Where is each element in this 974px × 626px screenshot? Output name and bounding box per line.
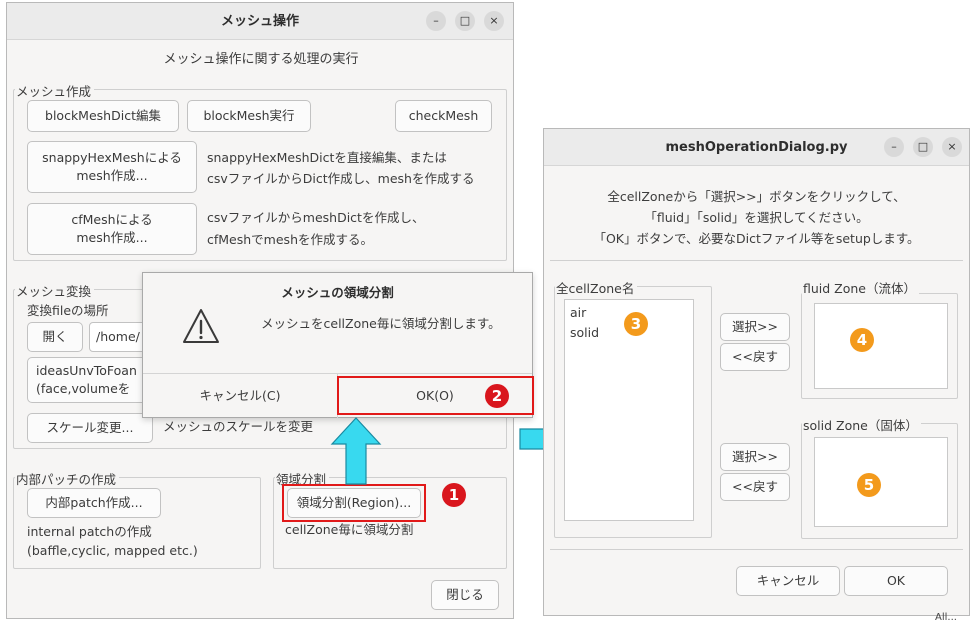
solid-zone-list[interactable] [814,437,948,527]
cfmesh-desc-line2: cfMeshでmeshを作成する。 [207,232,373,247]
cfmesh-button-line1: cfMeshによる [71,211,153,227]
ideas-button-line2: (face,volumeを [36,381,131,396]
minimize-icon[interactable]: – [426,11,446,31]
maximize-icon[interactable]: □ [455,11,475,31]
cfmesh-button-line2: mesh作成... [76,230,148,245]
fluid-zone-legend: fluid Zone（流体） [802,278,920,297]
mesh-operation-dialog-window: meshOperationDialog.py – □ × 全cellZoneから… [543,128,970,616]
close-button[interactable]: 閉じる [431,580,499,610]
confirm-title: メッシュの領域分割 [281,285,394,300]
internal-patch-legend: 内部パッチの作成 [15,469,120,488]
checkmesh-button[interactable]: checkMesh [395,100,492,132]
confirm-cancel-button[interactable]: キャンセル(C) [143,374,337,418]
up-arrow-icon [330,417,382,485]
marker-4: 4 [850,328,874,352]
internal-patch-desc-line1: internal patchの作成 [27,524,152,539]
internal-patch-button[interactable]: 内部patch作成... [27,488,161,518]
file-location-label: 変換fileの場所 [27,303,109,318]
snappy-button-line1: snappyHexMeshによる [42,149,182,165]
cfmesh-button[interactable]: cfMeshによる mesh作成... [27,203,197,255]
marker-1: 1 [442,483,466,507]
ideas-button-line1: ideasUnvToFoan [36,362,137,378]
open-button[interactable]: 開く [27,322,83,352]
confirm-message: メッシュをcellZone毎に領域分割します。 [261,316,501,331]
minimize-icon[interactable]: – [884,137,904,157]
scale-change-button[interactable]: スケール変更... [27,413,153,443]
cancel-button[interactable]: キャンセル [736,566,840,596]
page-heading: メッシュ操作に関する処理の実行 [163,52,359,67]
internal-patch-desc-line2: (baffle,cyclic, mapped etc.) [27,543,198,558]
blockmeshdict-edit-button[interactable]: blockMeshDict編集 [27,100,179,132]
all-zones-legend: 全cellZone名 [555,278,638,297]
list-item[interactable]: solid [570,324,599,342]
close-icon[interactable]: × [484,11,504,31]
ok-button[interactable]: OK [844,566,948,596]
blockmesh-run-button[interactable]: blockMesh実行 [187,100,311,132]
solid-select-button[interactable]: 選択>> [720,443,790,471]
footer-divider [550,549,963,550]
ideas-unv-button[interactable]: ideasUnvToFoan (face,volumeを [27,357,149,403]
marker-5: 5 [857,473,881,497]
path-field[interactable]: /home/ [89,322,149,352]
fluid-back-button[interactable]: <<戻す [720,343,790,371]
fluid-select-button[interactable]: 選択>> [720,313,790,341]
warning-icon [183,309,219,343]
maximize-icon[interactable]: □ [913,137,933,157]
snappy-button-line2: mesh作成... [76,168,148,183]
fluid-zone-list[interactable] [814,303,948,389]
mesh-convert-legend: メッシュ変換 [15,281,95,300]
region-desc: cellZone毎に領域分割 [285,522,414,537]
section-divider [550,260,963,261]
snappy-desc-line1: snappyHexMeshDictを直接編集、または [207,150,447,165]
solid-back-button[interactable]: <<戻す [720,473,790,501]
list-item[interactable]: air [570,304,586,322]
scale-desc: メッシュのスケールを変更 [163,419,314,434]
solid-zone-legend: solid Zone（固体） [802,415,921,434]
snappyhexmesh-button[interactable]: snappyHexMeshによる mesh作成... [27,141,197,193]
instruction-line2: 「fluid」「solid」を選択してください。 [644,210,869,225]
region-button-highlight [282,484,426,522]
marker-3: 3 [624,312,648,336]
snappy-desc-line2: csvファイルからDict作成し、meshを作成する [207,171,475,186]
window-title: meshOperationDialog.py [665,140,848,155]
mesh-create-legend: メッシュ作成 [15,81,95,100]
cfmesh-desc-line1: csvファイルからmeshDictを作成し、 [207,210,425,225]
marker-2: 2 [485,384,509,408]
instruction-line1: 全cellZoneから「選択>>」ボタンをクリックして、 [607,189,906,204]
background-snippet: All... [935,612,957,623]
instruction-line3: 「OK」ボタンで、必要なDictファイル等をsetupします。 [593,231,920,246]
close-icon[interactable]: × [942,137,962,157]
path-value: /home/ [96,329,140,344]
